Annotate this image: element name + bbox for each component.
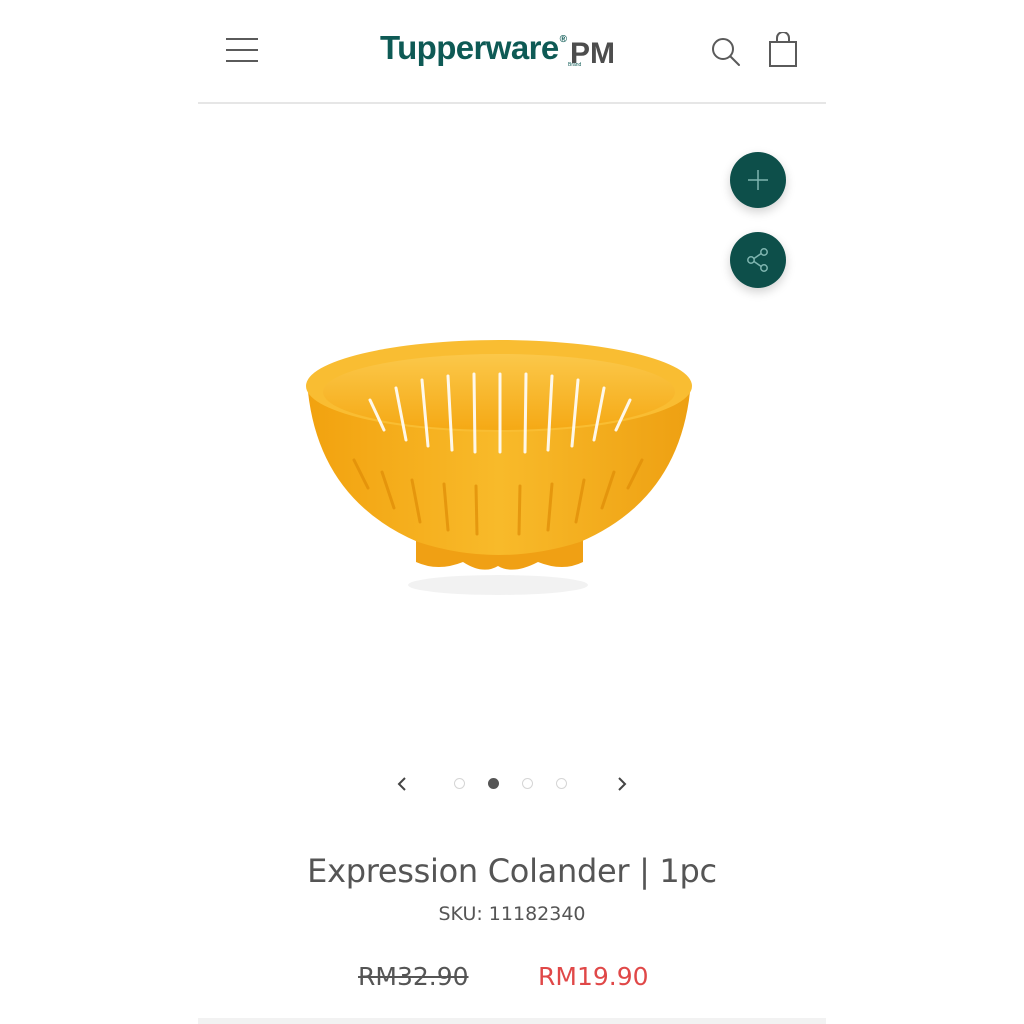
search-button[interactable] [710, 36, 742, 68]
gallery-dot-active[interactable] [488, 778, 499, 789]
share-button[interactable] [730, 232, 786, 288]
product-image [306, 340, 692, 595]
sale-price: RM19.90 [538, 962, 649, 991]
bottom-bar [198, 1018, 826, 1024]
original-price: RM32.90 [358, 962, 469, 991]
menu-button[interactable] [224, 36, 260, 64]
menu-icon-line [226, 60, 258, 62]
product-sku: SKU: 11182340 [438, 903, 586, 925]
product-gallery[interactable] [198, 110, 826, 750]
menu-icon-line [226, 49, 258, 51]
gallery-dot[interactable] [556, 778, 567, 789]
gallery-dot[interactable] [454, 778, 465, 789]
search-icon [712, 38, 740, 66]
logo-wordmark: Tupperware [380, 29, 559, 66]
gallery-next-button[interactable] [610, 772, 634, 796]
plus-icon [748, 170, 768, 190]
chevron-left-icon [397, 777, 406, 791]
chevron-right-icon [618, 777, 627, 791]
product-page: Tupperware ® Brand PM Expression Colande… [198, 0, 826, 1024]
product-title: Expression Colander | 1pc [307, 852, 717, 890]
logo-suffix: PM [569, 37, 615, 70]
logo-brand-tag: Brand [568, 62, 582, 68]
brand-logo[interactable]: Tupperware ® Brand PM [380, 28, 615, 76]
gallery-prev-button[interactable] [390, 772, 414, 796]
cart-button[interactable] [768, 31, 798, 68]
share-icon [747, 248, 768, 272]
gallery-dot[interactable] [522, 778, 533, 789]
menu-icon-line [226, 38, 258, 40]
add-to-wishlist-button[interactable] [730, 152, 786, 208]
gallery-pagination [388, 770, 628, 798]
shopping-bag-icon [769, 31, 797, 67]
logo-registered-mark: ® [559, 34, 567, 45]
site-header: Tupperware ® Brand PM [198, 0, 826, 104]
